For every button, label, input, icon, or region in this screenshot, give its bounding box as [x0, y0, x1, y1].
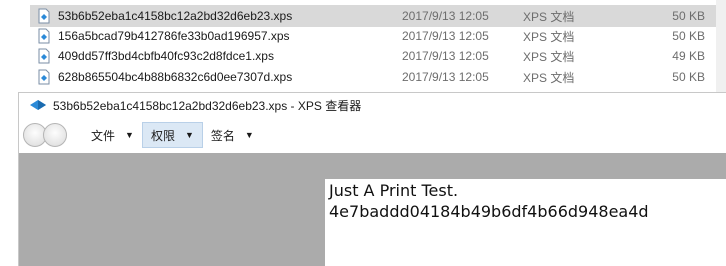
xps-file-icon	[38, 8, 50, 24]
file-type: XPS 文档	[523, 70, 575, 85]
xps-viewer-window: 53b6b52eba1c4158bc12a2bd32d6eb23.xps - X…	[18, 92, 726, 266]
file-row[interactable]: 409dd57ff3bd4cbfb40fc93c2d8fdce1.xps 201…	[30, 45, 716, 67]
window-title: 53b6b52eba1c4158bc12a2bd32d6eb23.xps - X…	[53, 98, 362, 113]
file-name: 156a5bcad79b412786fe33b0ad196957.xps	[58, 29, 290, 43]
menu-label: 文件	[91, 128, 116, 143]
title-bar[interactable]: 53b6b52eba1c4158bc12a2bd32d6eb23.xps - X…	[19, 93, 726, 117]
explorer-nav-pane-edge	[0, 0, 28, 92]
file-name: 53b6b52eba1c4158bc12a2bd32d6eb23.xps	[58, 9, 293, 23]
menu-label: 权限	[150, 128, 175, 143]
navigation-buttons	[23, 123, 67, 147]
file-name: 628b865504bc4b88b6832c6d0ee7307d.xps	[58, 70, 293, 84]
xps-viewer-icon	[30, 100, 46, 110]
xps-file-icon	[38, 69, 50, 85]
file-name: 409dd57ff3bd4cbfb40fc93c2d8fdce1.xps	[58, 49, 274, 63]
menu-signatures[interactable]: 签名 ▼	[203, 122, 262, 148]
file-size: 50 KB	[672, 9, 705, 23]
menu-label: 签名	[210, 128, 235, 143]
file-date: 2017/9/13 12:05	[402, 49, 489, 63]
xps-file-icon	[38, 48, 50, 64]
file-size: 49 KB	[672, 49, 705, 63]
file-row[interactable]: 628b865504bc4b88b6832c6d0ee7307d.xps 201…	[30, 66, 716, 88]
file-type: XPS 文档	[523, 9, 575, 24]
document-line: Just A Print Test.	[329, 181, 459, 200]
chevron-down-icon: ▼	[184, 130, 194, 140]
file-type: XPS 文档	[523, 29, 575, 44]
forward-icon[interactable]	[43, 123, 67, 147]
file-size: 50 KB	[672, 70, 705, 84]
file-date: 2017/9/13 12:05	[402, 70, 489, 84]
chevron-down-icon: ▼	[244, 130, 254, 140]
file-row[interactable]: 53b6b52eba1c4158bc12a2bd32d6eb23.xps 201…	[30, 5, 716, 27]
file-explorer-list: 53b6b52eba1c4158bc12a2bd32d6eb23.xps 201…	[0, 0, 726, 92]
toolbar: 文件 ▼ 权限 ▼ 签名 ▼	[19, 119, 726, 151]
document-page: Just A Print Test. 4e7baddd04184b49b6df4…	[325, 179, 726, 266]
file-size: 50 KB	[672, 29, 705, 43]
document-area[interactable]: Just A Print Test. 4e7baddd04184b49b6df4…	[19, 153, 726, 266]
document-line: 4e7baddd04184b49b6df4b66d948ea4d	[329, 202, 649, 221]
file-row[interactable]: 156a5bcad79b412786fe33b0ad196957.xps 201…	[30, 25, 716, 47]
chevron-down-icon: ▼	[125, 130, 134, 140]
file-type: XPS 文档	[523, 49, 575, 64]
menu-file[interactable]: 文件 ▼	[83, 122, 142, 148]
explorer-scrollbar[interactable]	[716, 0, 726, 92]
menu-permissions[interactable]: 权限 ▼	[141, 122, 203, 148]
file-date: 2017/9/13 12:05	[402, 9, 489, 23]
file-date: 2017/9/13 12:05	[402, 29, 489, 43]
xps-file-icon	[38, 28, 50, 44]
